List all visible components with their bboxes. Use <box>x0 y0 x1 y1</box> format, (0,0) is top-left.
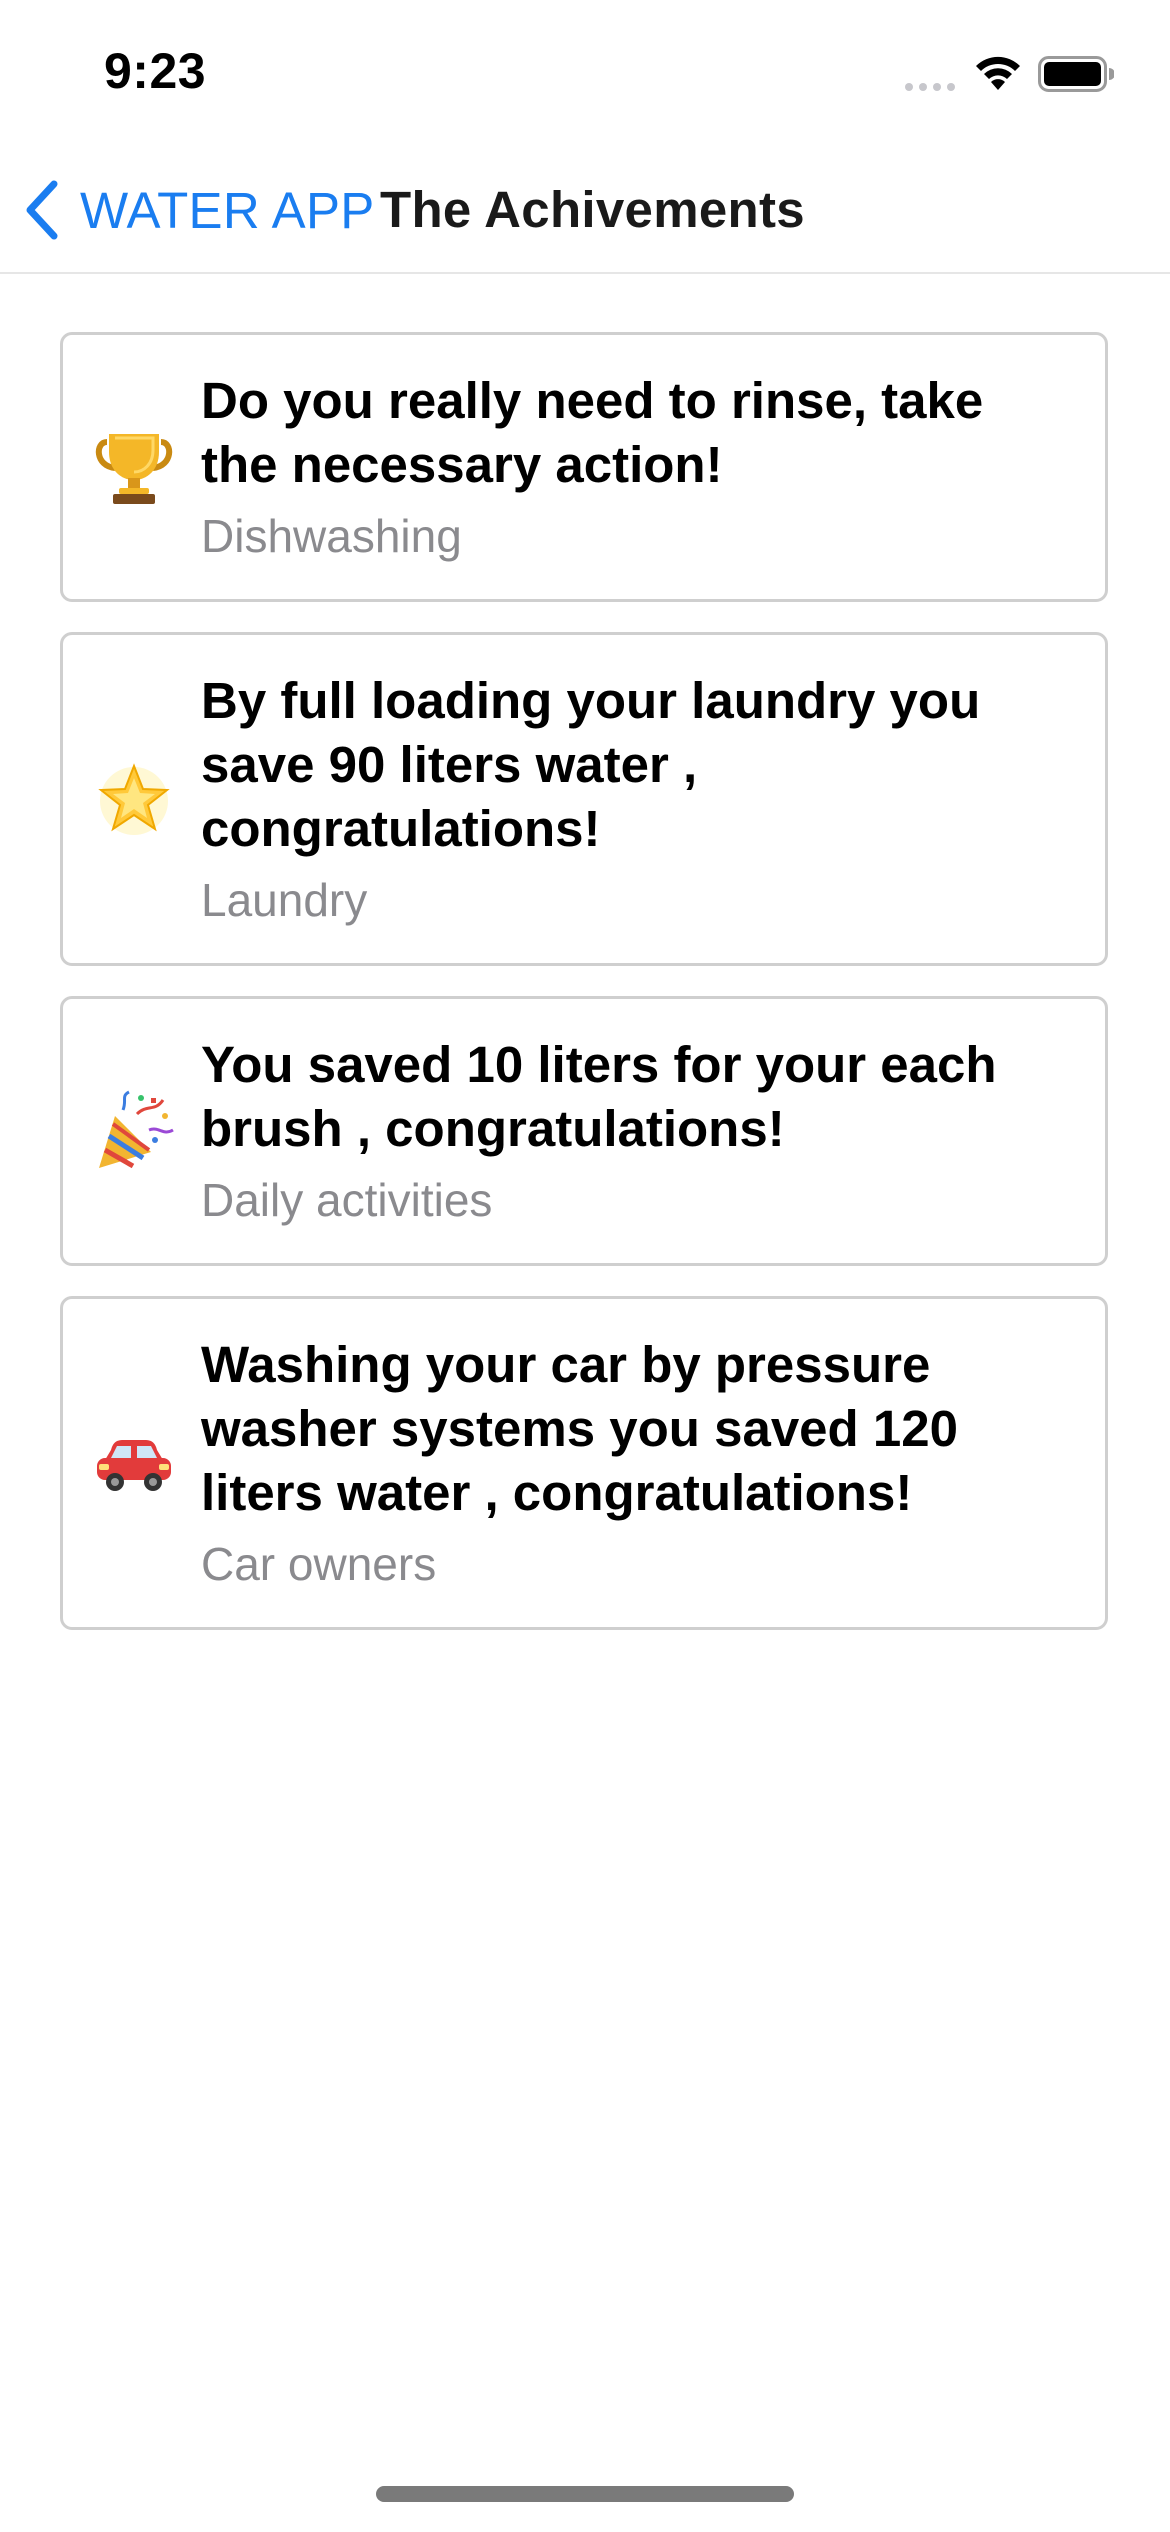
achievement-category: Car owners <box>201 1538 437 1590</box>
home-indicator[interactable] <box>376 2486 794 2502</box>
achievement-category: Laundry <box>201 874 368 926</box>
achievements-list: Do you really need to rinse, take the ne… <box>60 332 1108 1660</box>
back-button-label: WATER APP <box>80 181 375 239</box>
screen: 9:23 WATER APP The Achivements Do you re… <box>0 0 1170 2532</box>
party-popper-icon <box>99 1090 174 1169</box>
back-button[interactable]: WATER APP <box>22 170 375 250</box>
chevron-left-icon <box>26 180 58 240</box>
page-title: The Achivements <box>380 181 805 238</box>
status-bar: 9:23 <box>0 0 1170 140</box>
wifi-icon <box>976 56 1020 90</box>
achievement-title: Do you really need to rinse, take the ne… <box>201 372 984 493</box>
achievement-category: Daily activities <box>201 1174 493 1226</box>
achievement-text: You saved 10 liters for your each brush … <box>201 1033 1065 1229</box>
achievement-title: By full loading your laundry you save 90… <box>201 672 981 857</box>
red-car-icon <box>97 1440 171 1491</box>
achievement-title: Washing your car by pressure washer syst… <box>201 1336 958 1521</box>
cellular-signal-icon <box>905 83 955 91</box>
achievement-text: Washing your car by pressure washer syst… <box>201 1333 1065 1593</box>
trophy-icon <box>95 434 173 504</box>
status-time: 9:23 <box>104 43 207 99</box>
achievement-card[interactable]: Washing your car by pressure washer syst… <box>60 1296 1108 1630</box>
achievement-text: By full loading your laundry you save 90… <box>201 669 1065 929</box>
achievement-card[interactable]: Do you really need to rinse, take the ne… <box>60 332 1108 602</box>
achievement-title: You saved 10 liters for your each brush … <box>201 1036 997 1157</box>
glowing-star-icon <box>98 763 170 835</box>
navigation-bar: WATER APP The Achivements <box>0 140 1170 274</box>
achievement-card[interactable]: By full loading your laundry you save 90… <box>60 632 1108 966</box>
achievement-card[interactable]: You saved 10 liters for your each brush … <box>60 996 1108 1266</box>
achievement-text: Do you really need to rinse, take the ne… <box>201 369 1065 565</box>
achievement-category: Dishwashing <box>201 510 462 562</box>
battery-icon <box>1038 56 1114 92</box>
